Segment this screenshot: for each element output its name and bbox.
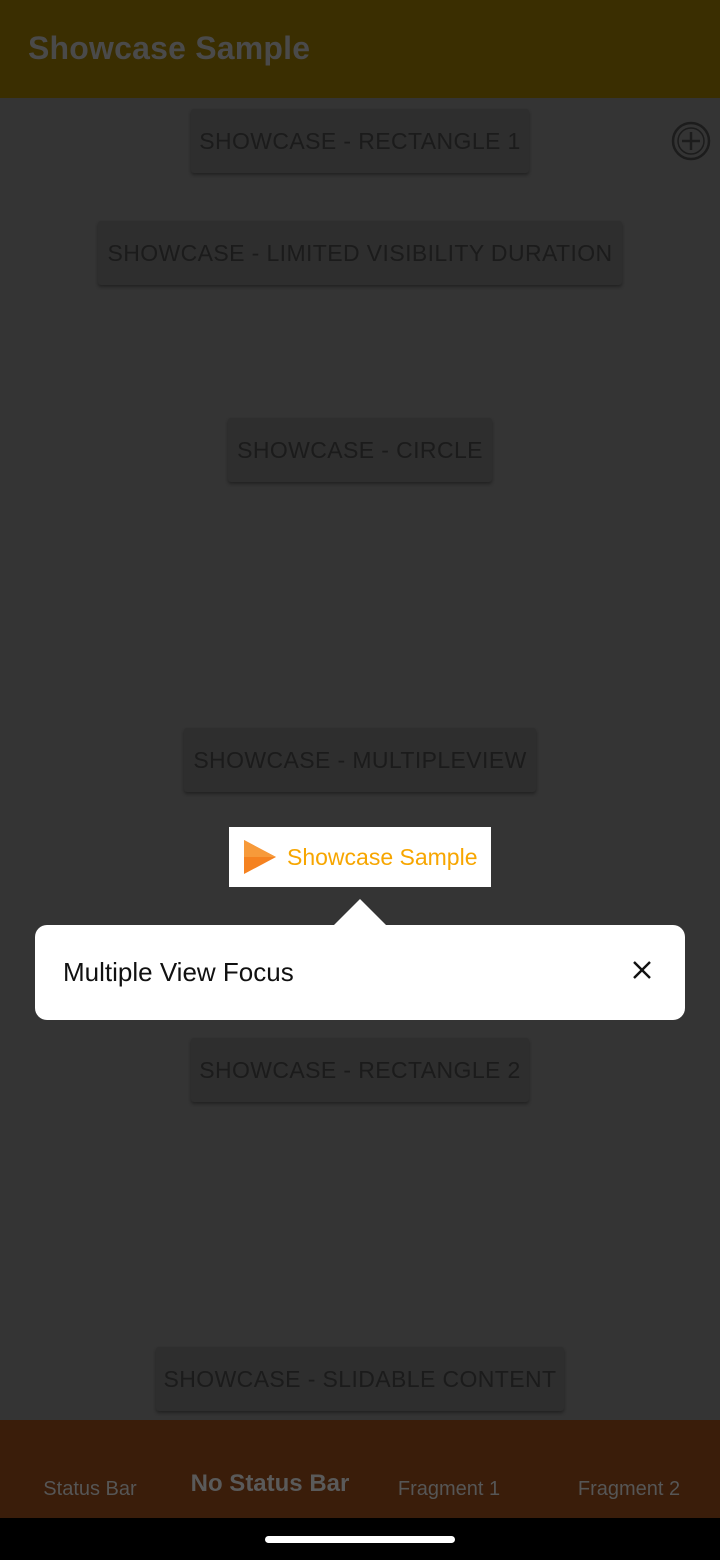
showcase-sample-label: Showcase Sample xyxy=(287,843,478,870)
home-indicator[interactable] xyxy=(265,1536,455,1543)
tooltip-text: Multiple View Focus xyxy=(63,957,294,987)
nav-item-status-bar[interactable]: Status Bar xyxy=(43,1478,136,1501)
showcase-rectangle-1-button[interactable]: SHOWCASE - RECTANGLE 1 xyxy=(191,109,529,173)
showcase-limited-visibility-button[interactable]: SHOWCASE - LIMITED VISIBILITY DURATION xyxy=(98,221,622,285)
system-navigation-bar xyxy=(0,1518,720,1560)
close-icon[interactable] xyxy=(627,955,657,985)
showcase-tooltip: Multiple View Focus xyxy=(35,925,685,1020)
nav-item-fragment-1[interactable]: Fragment 1 xyxy=(398,1478,500,1501)
bottom-navigation: Status Bar No Status Bar Fragment 1 Frag… xyxy=(0,1420,720,1518)
showcase-multipleview-button[interactable]: SHOWCASE - MULTIPLEVIEW xyxy=(184,728,536,792)
nav-item-fragment-2[interactable]: Fragment 2 xyxy=(578,1478,680,1501)
page-title: Showcase Sample xyxy=(28,30,311,66)
nav-item-no-status-bar[interactable]: No Status Bar xyxy=(191,1470,350,1498)
showcase-slidable-content-button[interactable]: SHOWCASE - SLIDABLE CONTENT xyxy=(156,1347,564,1411)
showcase-rectangle-2-button[interactable]: SHOWCASE - RECTANGLE 2 xyxy=(191,1038,529,1102)
plus-circle-icon[interactable] xyxy=(671,121,711,161)
tooltip-arrow xyxy=(333,899,387,926)
screen: Showcase Sample SHOWCASE - RECTANGLE 1 S… xyxy=(0,0,720,1560)
showcase-sample-target[interactable]: Showcase Sample xyxy=(229,827,491,887)
showcase-circle-button[interactable]: SHOWCASE - CIRCLE xyxy=(228,418,492,482)
app-bar: Showcase Sample xyxy=(0,0,720,98)
play-icon xyxy=(244,840,276,874)
